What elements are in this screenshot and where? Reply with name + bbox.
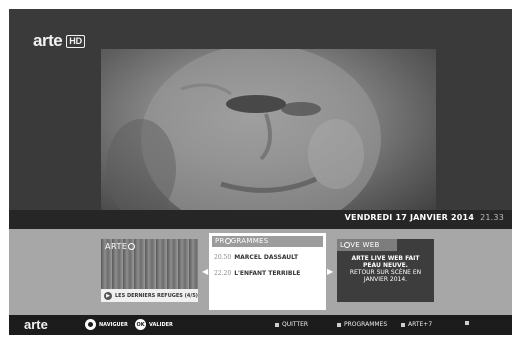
square-bullet-icon bbox=[401, 322, 405, 327]
programme-title: MARCEL DASSAULT bbox=[234, 254, 299, 261]
live-web-card[interactable]: L VE WEB ARTE LIVE WEB FAIT PEAU NEUVE. R… bbox=[337, 239, 434, 302]
live-web-text: ARTE LIVE WEB FAIT PEAU NEUVE. RETOUR SU… bbox=[337, 255, 434, 283]
quit-label: QUITTER bbox=[282, 321, 309, 328]
programme-title: L'ENFANT TERRIBLE bbox=[234, 270, 301, 277]
arte-card-caption: ▶ LES DERNIERS REFUGES (4/5) bbox=[101, 289, 198, 302]
square-bullet-icon bbox=[337, 322, 341, 327]
arte-plus7-button[interactable]: ARTE+7 bbox=[401, 321, 432, 328]
validate-label: VALIDER bbox=[149, 321, 173, 328]
date-label: VENDREDI 17 JANVIER 2014 bbox=[344, 213, 475, 222]
programme-row[interactable]: 22.20 L'ENFANT TERRIBLE bbox=[214, 270, 300, 277]
programmes-title-prefix: PR bbox=[215, 237, 225, 245]
play-icon[interactable]: ▶ bbox=[104, 291, 112, 300]
programmes-button[interactable]: PROGRAMMES bbox=[337, 321, 387, 328]
arte-card-title: ARTE bbox=[105, 242, 136, 251]
right-arrow-icon[interactable]: ▶ bbox=[327, 267, 333, 276]
programme-time: 22.20 bbox=[214, 270, 232, 277]
tv-screen: arte HD VENDREDI 17 JANVIER 2014 21.33 AR… bbox=[9, 9, 512, 335]
ok-icon: OK bbox=[135, 319, 146, 330]
live-web-header: L VE WEB bbox=[337, 239, 397, 251]
program-caption: LES DERNIERS REFUGES (4/5) bbox=[115, 292, 198, 299]
arte-card-title-text: ARTE bbox=[105, 242, 128, 251]
dpad-icon bbox=[85, 319, 96, 330]
web-line-2: PEAU NEUVE. bbox=[363, 262, 408, 269]
arte-live-card[interactable]: ARTE ▶ LES DERNIERS REFUGES (4/5) bbox=[101, 239, 198, 302]
video-frame-face bbox=[106, 49, 381, 219]
datetime: VENDREDI 17 JANVIER 2014 21.33 bbox=[345, 213, 504, 222]
quit-button[interactable]: QUITTER bbox=[275, 321, 308, 328]
programmes-card[interactable]: PR GRAMMES 20.50 MARCEL DASSAULT 22.20 L'EN… bbox=[209, 233, 326, 310]
time-label: 21.33 bbox=[480, 213, 504, 222]
arte-wordmark: arte bbox=[33, 31, 63, 50]
bottom-panel: ARTE ▶ LES DERNIERS REFUGES (4/5) ◀ PR GR… bbox=[9, 229, 512, 315]
web-line-4: JANVIER 2014. bbox=[363, 276, 408, 283]
navigate-hint: NAVIGUER bbox=[85, 319, 128, 330]
programmes-title-suffix: GRAMMES bbox=[230, 237, 269, 245]
brand-logo: arte HD bbox=[33, 31, 86, 51]
arte-plus7-label: ARTE+7 bbox=[408, 321, 433, 328]
extra-button[interactable] bbox=[465, 321, 469, 325]
video-player[interactable] bbox=[101, 49, 436, 219]
square-bullet-icon bbox=[465, 321, 469, 325]
status-bar: VENDREDI 17 JANVIER 2014 21.33 bbox=[9, 210, 512, 229]
left-arrow-icon[interactable]: ◀ bbox=[202, 267, 208, 276]
web-title-suffix: VE WEB bbox=[350, 241, 380, 249]
bottom-nav-bar: arte NAVIGUER OK VALIDER QUITTER PROGRAM… bbox=[9, 315, 512, 335]
navigate-label: NAVIGUER bbox=[99, 321, 128, 328]
web-line-1: ARTE LIVE WEB FAIT bbox=[351, 255, 420, 262]
programme-row[interactable]: 20.50 MARCEL DASSAULT bbox=[214, 254, 298, 261]
validate-hint: OK VALIDER bbox=[135, 319, 173, 330]
programmes-label: PROGRAMMES bbox=[344, 321, 388, 328]
web-line-3: RETOUR SUR SCÈNE EN bbox=[349, 269, 422, 276]
arte-logo-bottom: arte bbox=[24, 317, 48, 332]
hd-badge: HD bbox=[66, 34, 86, 48]
programme-time: 20.50 bbox=[214, 254, 232, 261]
programmes-header: PR GRAMMES bbox=[212, 236, 323, 247]
square-bullet-icon bbox=[275, 322, 279, 327]
circle-icon bbox=[128, 243, 136, 250]
